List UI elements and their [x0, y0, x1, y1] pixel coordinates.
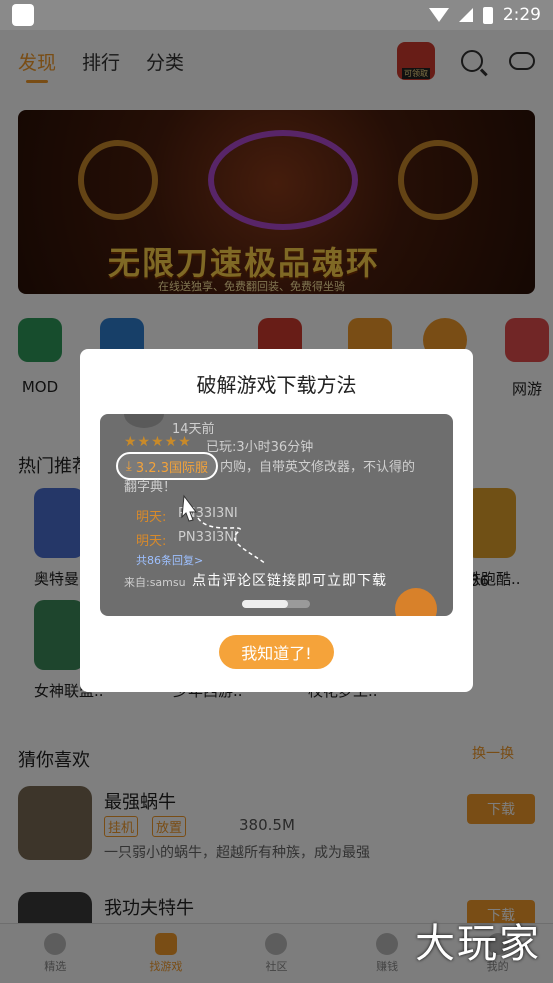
dialog-title: 破解游戏下载方法	[196, 373, 357, 397]
signal-icon	[458, 8, 473, 22]
edit-fab-icon	[395, 588, 437, 616]
rating-stars: ★★★★★	[124, 434, 192, 450]
status-time: 2:29	[502, 5, 541, 25]
status-indicators: 2:29	[428, 5, 541, 25]
carousel-indicator	[242, 600, 310, 608]
demo-reply-name: 明天:	[136, 510, 167, 525]
demo-caption: 点击评论区链接即可立即下载	[192, 573, 387, 589]
download-icon: ⤓	[126, 458, 136, 474]
battery-icon	[482, 6, 493, 24]
app-notification-icon	[12, 4, 34, 26]
demo-comment: 内购，自带英文修改器，不认得的	[220, 460, 416, 475]
download-guide-dialog: 破解游戏下载方法 14天前 ★★★★★ 已玩:3小时36分钟 ⤓ 3.2.3国际…	[80, 349, 473, 692]
avatar	[124, 414, 164, 428]
demo-played: 已玩:3小时36分钟	[206, 440, 314, 455]
demo-reply-name: 明天:	[136, 534, 167, 549]
watermark-logo: 大玩家	[415, 921, 541, 967]
got-it-button[interactable]: 我知道了!	[219, 635, 334, 669]
arrow-guide-icon	[181, 494, 267, 565]
demo-comment-2: 翻字典！	[124, 480, 177, 495]
demo-source: 来自:samsu	[124, 576, 186, 589]
pill-label: 3.2.3国际服	[135, 460, 208, 476]
wifi-icon	[428, 8, 449, 22]
status-bar: 2:29	[0, 0, 553, 30]
guide-demo-image: 14天前 ★★★★★ 已玩:3小时36分钟 ⤓ 3.2.3国际服 内购，自带英文…	[100, 414, 453, 616]
